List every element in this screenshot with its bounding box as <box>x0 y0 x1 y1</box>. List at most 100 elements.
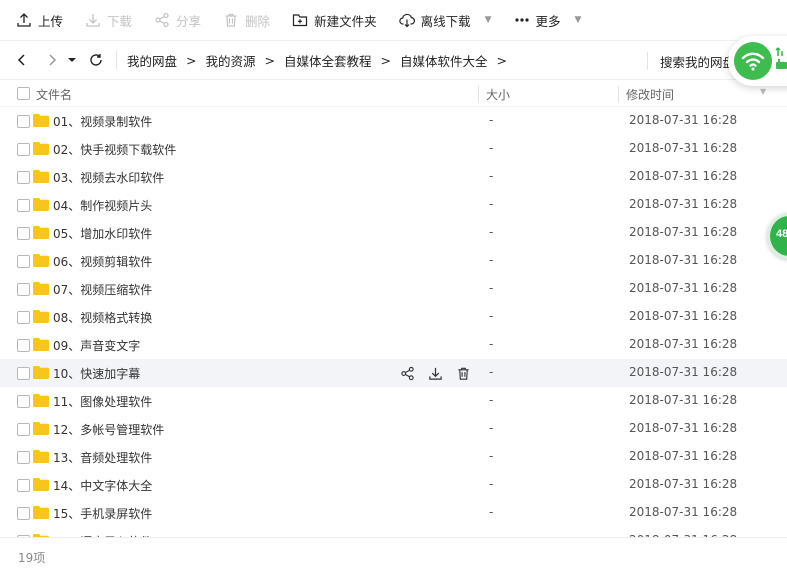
table-row[interactable]: 07、视频压缩软件 - 2018-07-31 16:28 <box>0 275 787 303</box>
folder-icon <box>33 506 49 519</box>
network-widget[interactable] <box>728 36 787 86</box>
file-modified-time: 2018-07-31 16:28 <box>629 225 738 239</box>
file-modified-time: 2018-07-31 16:28 <box>629 505 738 519</box>
table-row[interactable]: 12、多帐号管理软件 - 2018-07-31 16:28 <box>0 415 787 443</box>
share-icon <box>155 12 169 28</box>
column-divider[interactable] <box>618 86 619 102</box>
search-box[interactable]: 搜索我的网盘 <box>647 51 735 71</box>
file-name[interactable]: 05、增加水印软件 <box>53 225 152 242</box>
breadcrumb-item[interactable]: 我的网盘 <box>127 51 177 70</box>
column-header-size[interactable]: 大小 <box>486 86 510 103</box>
table-row[interactable]: 16、语音录入软件-2018-07-31 16:28 <box>0 527 787 537</box>
file-size: - <box>489 337 494 351</box>
row-checkbox[interactable] <box>17 227 30 240</box>
table-row[interactable]: 02、快手视频下载软件 - 2018-07-31 16:28 <box>0 135 787 163</box>
row-checkbox[interactable] <box>17 311 30 324</box>
upload-button[interactable]: 上传 <box>16 0 63 40</box>
row-checkbox[interactable] <box>17 199 30 212</box>
table-row[interactable]: 05、增加水印软件 - 2018-07-31 16:28 <box>0 219 787 247</box>
table-row[interactable]: 03、视频去水印软件 - 2018-07-31 16:28 <box>0 163 787 191</box>
more-button[interactable]: 更多 ▼ <box>514 0 582 40</box>
folder-icon <box>33 282 49 295</box>
select-all-checkbox[interactable] <box>17 87 30 100</box>
table-row[interactable]: 13、音频处理软件 - 2018-07-31 16:28 <box>0 443 787 471</box>
file-modified-time: 2018-07-31 16:28 <box>629 309 738 323</box>
file-name[interactable]: 07、视频压缩软件 <box>53 281 152 298</box>
file-name[interactable]: 08、视频格式转换 <box>53 309 152 326</box>
row-checkbox[interactable] <box>17 283 30 296</box>
file-size: - <box>489 197 494 211</box>
trash-icon[interactable] <box>455 365 471 381</box>
back-arrow-icon[interactable] <box>14 52 30 68</box>
file-name[interactable]: 04、制作视频片头 <box>53 197 152 214</box>
file-list-header: 文件名 大小 修改时间 ▼ <box>0 80 787 107</box>
delete-label: 删除 <box>245 13 271 29</box>
file-name[interactable]: 15、手机录屏软件 <box>53 505 152 522</box>
folder-icon <box>33 394 49 407</box>
cloud-download-icon <box>398 13 415 28</box>
file-modified-time: 2018-07-31 16:28 <box>629 393 738 407</box>
table-row[interactable]: 01、视频录制软件 - 2018-07-31 16:28 <box>0 107 787 135</box>
row-checkbox[interactable] <box>17 395 30 408</box>
row-checkbox[interactable] <box>17 507 30 520</box>
file-size: - <box>489 505 494 519</box>
row-checkbox[interactable] <box>17 171 30 184</box>
refresh-icon[interactable] <box>88 52 104 68</box>
column-header-modified[interactable]: 修改时间 <box>626 86 674 103</box>
delete-button[interactable]: 删除 <box>223 0 270 40</box>
offline-download-label: 离线下载 <box>420 13 471 29</box>
share-icon[interactable] <box>399 365 415 381</box>
table-row[interactable]: 08、视频格式转换 - 2018-07-31 16:28 <box>0 303 787 331</box>
file-name[interactable]: 10、快速加字幕 <box>53 365 140 382</box>
chevron-down-icon[interactable]: ▼ <box>485 15 492 25</box>
upload-icon <box>17 13 31 27</box>
file-size: - <box>489 169 494 183</box>
table-row[interactable]: 06、视频剪辑软件 - 2018-07-31 16:28 <box>0 247 787 275</box>
file-name[interactable]: 12、多帐号管理软件 <box>53 421 164 438</box>
row-actions <box>399 365 483 381</box>
share-button[interactable]: 分享 <box>154 0 201 40</box>
table-row[interactable]: 11、图像处理软件 - 2018-07-31 16:28 <box>0 387 787 415</box>
row-checkbox[interactable] <box>17 367 30 380</box>
file-name[interactable]: 03、视频去水印软件 <box>53 169 164 186</box>
table-row[interactable]: 09、声音变文字 - 2018-07-31 16:28 <box>0 331 787 359</box>
row-checkbox[interactable] <box>17 479 30 492</box>
breadcrumb-item[interactable]: 自媒体软件大全 <box>400 51 488 70</box>
file-name[interactable]: 13、音频处理软件 <box>53 449 152 466</box>
table-row[interactable]: 14、中文字体大全 - 2018-07-31 16:28 <box>0 471 787 499</box>
item-count: 19项 <box>18 551 46 565</box>
trash-icon <box>225 13 237 27</box>
file-name[interactable]: 01、视频录制软件 <box>53 113 152 130</box>
row-checkbox[interactable] <box>17 255 30 268</box>
file-modified-time: 2018-07-31 16:28 <box>629 449 738 463</box>
offline-download-button[interactable]: 离线下载 ▼ <box>398 0 492 40</box>
row-checkbox[interactable] <box>17 339 30 352</box>
column-divider[interactable] <box>478 86 479 102</box>
row-checkbox[interactable] <box>17 451 30 464</box>
file-name[interactable]: 06、视频剪辑软件 <box>53 253 152 270</box>
download-icon[interactable] <box>427 365 443 381</box>
breadcrumb-item[interactable]: 我的资源 <box>206 51 256 70</box>
forward-arrow-icon[interactable] <box>44 52 60 68</box>
file-name[interactable]: 14、中文字体大全 <box>53 477 152 494</box>
toolbar: 上传 下载 分享 删除 新建文件夹 离线下载 ▼ 更多 ▼ <box>0 0 787 40</box>
breadcrumb-item[interactable]: 自媒体全套教程 <box>284 51 372 70</box>
file-name[interactable]: 02、快手视频下载软件 <box>53 141 176 158</box>
table-row[interactable]: 04、制作视频片头 - 2018-07-31 16:28 <box>0 191 787 219</box>
download-button[interactable]: 下载 <box>85 0 132 40</box>
row-checkbox[interactable] <box>17 143 30 156</box>
chevron-down-icon[interactable]: ▼ <box>575 15 582 25</box>
table-row[interactable]: 15、手机录屏软件 - 2018-07-31 16:28 <box>0 499 787 527</box>
table-row[interactable]: 10、快速加字幕 - 2018-07-31 16:28 <box>0 359 787 387</box>
sort-arrow-icon[interactable]: ▼ <box>760 87 766 96</box>
file-name[interactable]: 11、图像处理软件 <box>53 393 152 410</box>
breadcrumb: 我的网盘 > 我的资源 > 自媒体全套教程 > 自媒体软件大全 > <box>127 51 516 70</box>
new-folder-button[interactable]: 新建文件夹 <box>292 0 377 40</box>
history-dropdown-icon[interactable] <box>66 52 78 68</box>
file-size: - <box>489 449 494 463</box>
row-checkbox[interactable] <box>17 423 30 436</box>
column-header-name[interactable]: 文件名 <box>36 86 72 103</box>
row-checkbox[interactable] <box>17 115 30 128</box>
file-name[interactable]: 09、声音变文字 <box>53 337 140 354</box>
folder-icon <box>33 114 49 127</box>
